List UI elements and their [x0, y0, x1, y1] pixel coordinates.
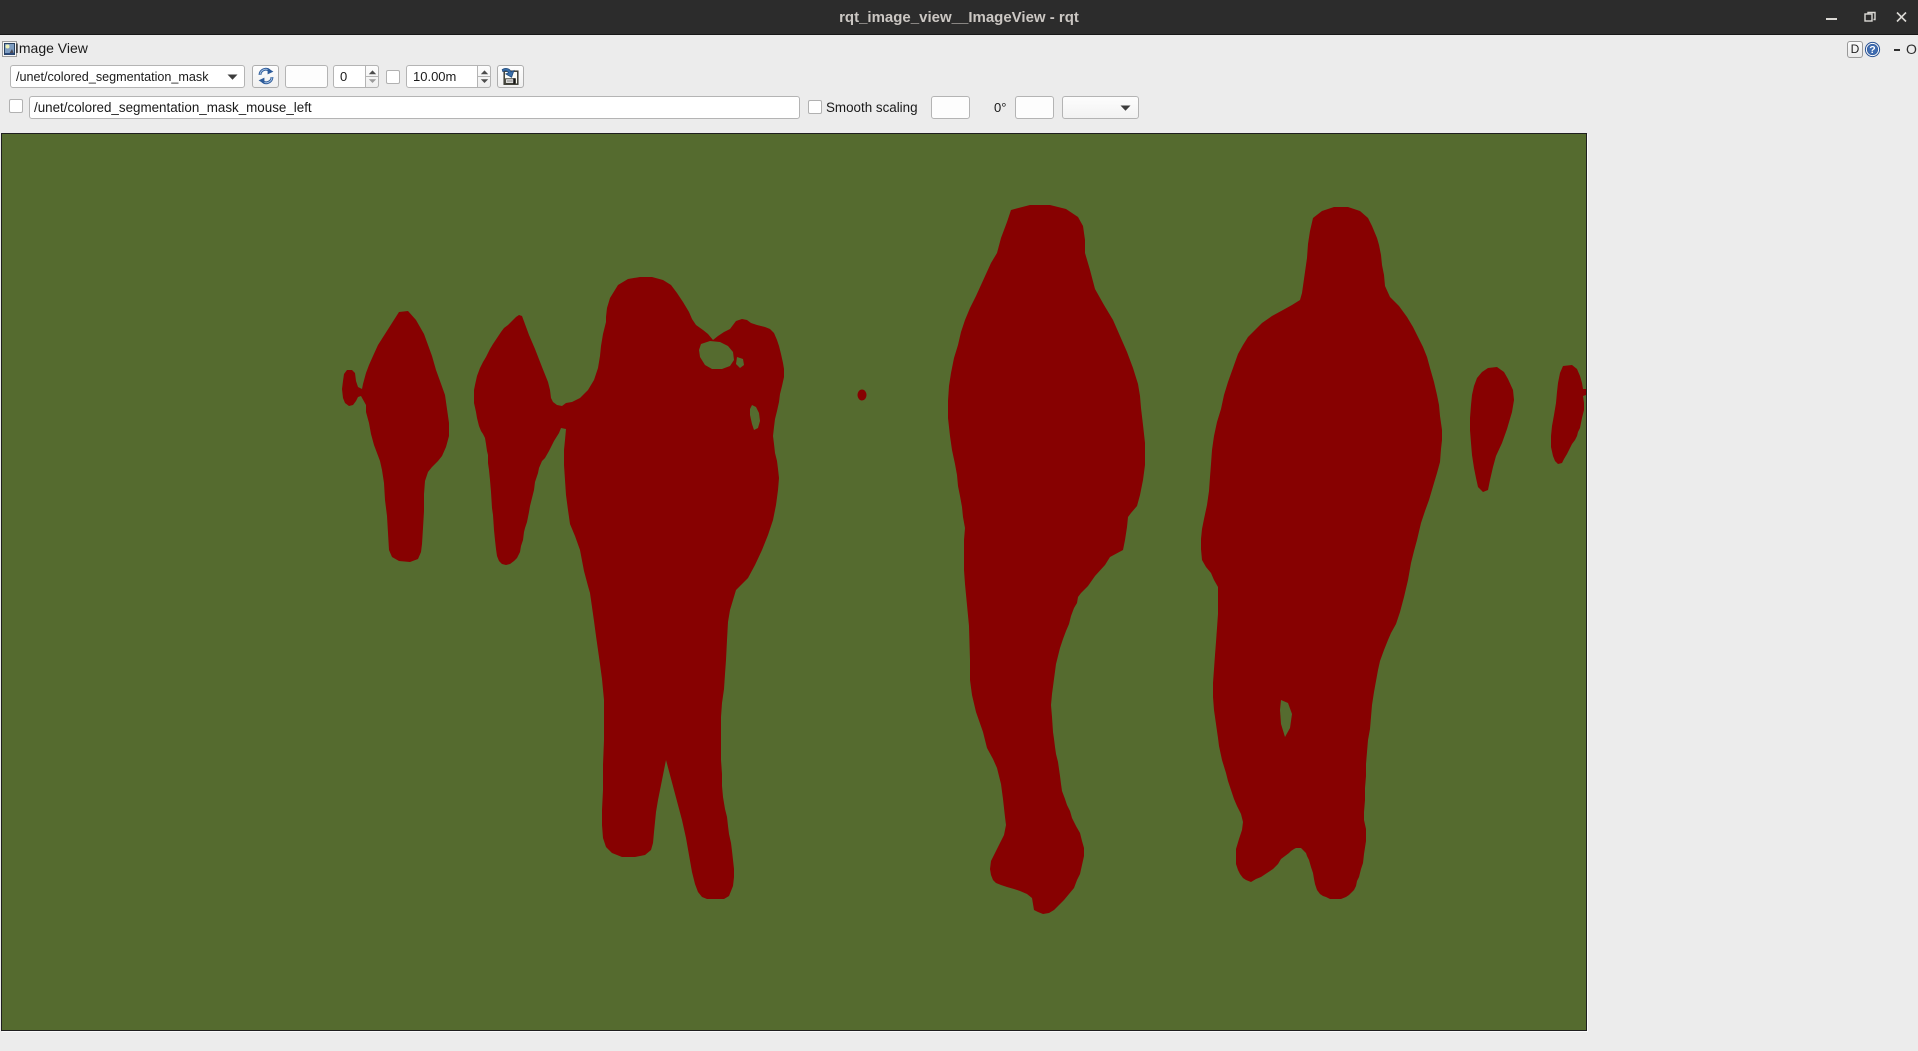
svg-text:?: ? [1869, 44, 1875, 56]
